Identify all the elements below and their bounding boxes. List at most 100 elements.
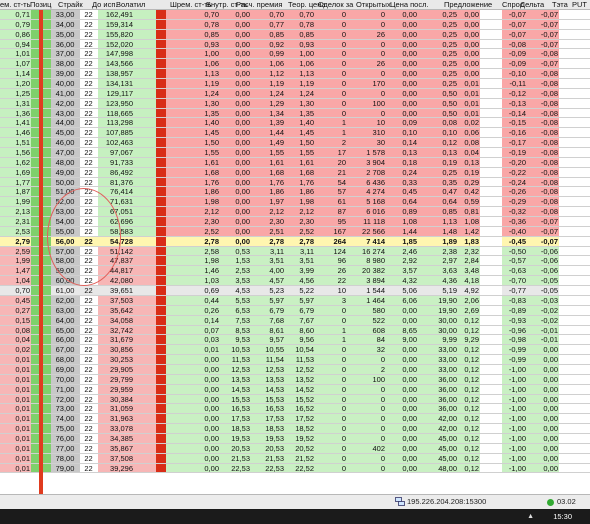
table-row[interactable]: 0,01 72,00 22 30,384 0,00 15,53 15,53 15,52 0 0 0,… <box>0 394 590 405</box>
table-row[interactable]: 1,31 42,00 22 123,950 1,30 0,00 1,29 1,30 0 100 0,… <box>0 98 590 109</box>
table-row[interactable]: 1,14 39,00 22 138,957 1,13 0,00 1,12 1,13 0 0 0,00… <box>0 69 590 80</box>
table-row[interactable]: 0,86 35,00 22 155,820 0,85 0,00 0,85 0,85 0 26 0,0… <box>0 29 590 40</box>
table-row[interactable]: 0,02 67,00 22 30,856 0,01 10,53 10,55 10,54 0 32 0… <box>0 345 590 356</box>
header-volatility[interactable]: Волатил <box>116 0 145 9</box>
table-row[interactable]: 0,01 75,00 22 33,078 0,00 18,53 18,53 18,52 0 0 0,… <box>0 424 590 434</box>
cell-theor-value: 0,01 <box>0 414 31 424</box>
cell-delta: 0,12 <box>458 394 480 404</box>
cell-last-price: 30 <box>347 138 386 148</box>
cell-days-to-exp: 22 <box>84 39 93 49</box>
cell-delta: 0,12 <box>458 374 480 384</box>
table-row[interactable]: 0,15 64,00 22 34,058 0,14 7,53 7,68 7,67 0 522 0,0… <box>0 315 590 326</box>
cell-delta: 9,29 <box>458 335 480 345</box>
cell-theor-value: 2,13 <box>0 207 31 217</box>
cell-delta: 0,00 <box>458 29 480 39</box>
cell-time-value <box>166 266 190 276</box>
table-row[interactable]: 0,70 61,00 22 39,651 0,69 4,53 5,23 5,22 10 1 544… <box>0 286 590 296</box>
table-row[interactable]: 1,69 49,00 22 86,492 1,68 0,00 1,68 1,68 21 2 708… <box>0 167 590 178</box>
table-row[interactable]: 1,41 44,00 22 113,298 1,40 0,00 1,39 1,40 1 10 0,0… <box>0 118 590 129</box>
table-row[interactable]: 0,01 76,00 22 34,385 0,00 19,53 19,53 19,52 0 0 0,… <box>0 433 590 444</box>
header-strike[interactable]: Страйк <box>58 0 83 9</box>
header-days-to-exp[interactable]: До исп. <box>92 0 118 9</box>
table-row[interactable]: 1,56 47,00 22 97,067 1,55 0,00 1,55 1,55 17 1 578… <box>0 148 590 158</box>
table-row[interactable]: 0,01 78,00 22 37,508 0,00 21,53 21,53 21,52 0 0 0,… <box>0 453 590 464</box>
cell-offer: 0,00 <box>386 59 418 69</box>
cell-offer: 0,00 <box>386 305 418 315</box>
table-row[interactable]: 0,27 63,00 22 35,642 0,26 6,53 6,79 6,79 0 580 0,0… <box>0 305 590 316</box>
cell-strike: 75,00 <box>51 424 80 433</box>
cell-intrinsic: 1,50 <box>190 138 220 148</box>
cell-intrinsic: 1,35 <box>190 108 220 118</box>
cell-open-interest: 57 <box>315 187 347 197</box>
cell-theor-value: 0,01 <box>0 433 31 443</box>
table-row[interactable]: 1,62 48,00 22 91,733 1,61 0,00 1,61 1,61 20 3 904… <box>0 157 590 168</box>
cell-open-interest: 0 <box>315 384 347 394</box>
table-row[interactable]: 1,20 40,00 22 134,131 1,19 0,00 1,19 1,19 0 170 0,… <box>0 79 590 89</box>
table-row[interactable]: 0,01 73,00 22 31,059 0,00 16,53 16,53 16,52 0 0 0,… <box>0 404 590 415</box>
cell-delta: 0,00 <box>458 19 480 29</box>
cell-calc-premium: 0,00 <box>220 128 251 138</box>
cell-last-price: 0 <box>347 39 386 49</box>
header-theor-value[interactable]: ем. ст-ть <box>0 0 31 9</box>
cell-bid: 0,25 <box>418 39 458 49</box>
header-offer[interactable]: Предложение <box>444 0 492 9</box>
header-deals[interactable]: Сделок за <box>318 0 353 9</box>
table-row[interactable]: 0,01 69,00 22 29,905 0,00 12,53 12,53 12,52 0 2 0,… <box>0 364 590 375</box>
cell-time-value <box>166 197 190 207</box>
table-row[interactable]: 0,71 33,00 22 162,491 0,70 0,00 0,70 0,70 0 0 0,00… <box>0 10 590 20</box>
table-row[interactable]: 1,46 45,00 22 107,885 1,45 0,00 1,44 1,45 1 310 0,… <box>0 128 590 139</box>
cell-open-interest: 0 <box>315 108 347 118</box>
header-calc-premium[interactable]: Расч. премия <box>236 0 282 9</box>
table-row[interactable]: 0,04 66,00 22 31,679 0,03 9,53 9,57 9,56 1 84 9,00… <box>0 335 590 346</box>
header-last-price[interactable]: Цена посл. <box>390 0 429 9</box>
tray-arrow-icon[interactable]: ▲ <box>527 513 534 521</box>
cell-days-to-exp: 22 <box>84 315 93 325</box>
cell-time-value <box>166 325 190 335</box>
table-row[interactable]: 0,94 36,00 22 152,020 0,93 0,00 0,92 0,93 0 0 0,00… <box>0 39 590 50</box>
table-row[interactable]: 0,45 62,00 22 37,503 0,44 5,53 5,97 5,97 3 1 464 6… <box>0 295 590 306</box>
cell-calc-premium: 0,00 <box>220 217 251 226</box>
table-row[interactable]: 0,01 77,00 22 35,867 0,00 20,53 20,53 20,52 0 402… <box>0 443 590 454</box>
cell-put: 0,00 <box>527 345 559 355</box>
cell-put: -0,07 <box>527 59 559 69</box>
cell-offer: 0,00 <box>386 453 418 463</box>
table-row[interactable]: 1,07 38,00 22 143,566 1,06 0,00 1,06 1,06 0 26 0,0… <box>0 59 590 70</box>
cell-volatility: 102,463 <box>98 138 134 148</box>
header-position[interactable]: Позиц <box>30 0 51 9</box>
header-theta[interactable]: Тэта <box>552 0 568 9</box>
status-bar: 195.226.204.208:15300 03.02 <box>0 494 590 509</box>
table-row[interactable]: 0,79 34,00 22 159,314 0,78 0,00 0,77 0,78 0 0 0,00… <box>0 19 590 30</box>
cell-intrinsic: 0,00 <box>190 394 220 404</box>
cell-days-to-exp: 22 <box>84 433 93 443</box>
table-row[interactable]: 0,08 65,00 22 32,742 0,07 8,53 8,61 8,60 1 608 8,6… <box>0 325 590 336</box>
header-put[interactable]: PUT <box>572 0 587 9</box>
cell-calc-premium: 0,00 <box>220 29 251 39</box>
cell-open-interest: 0 <box>315 433 347 443</box>
table-row[interactable]: 0,01 70,00 22 29,799 0,00 13,53 13,53 13,52 0 100… <box>0 374 590 385</box>
table-row[interactable]: 0,01 71,00 22 29,959 0,00 14,53 14,53 14,52 0 0 0,… <box>0 384 590 395</box>
cell-open-interest: 54 <box>315 177 347 187</box>
cell-theor-price: 2,30 <box>251 217 285 226</box>
cell-strike: 37,00 <box>51 49 80 59</box>
cell-strike: 68,00 <box>51 355 80 364</box>
header-open[interactable]: Открытых <box>356 0 391 9</box>
table-row[interactable]: 1,36 43,00 22 118,665 1,35 0,00 1,34 1,35 0 0 0,00… <box>0 108 590 119</box>
cell-theor-price: 0,85 <box>251 29 285 39</box>
network-icon <box>395 497 405 506</box>
table-row[interactable]: 1,01 37,00 22 147,998 1,00 0,00 0,99 1,00 0 0 0,00… <box>0 49 590 60</box>
table-row[interactable]: 1,77 50,00 22 81,376 1,76 0,00 1,76 1,76 54 6 436… <box>0 177 590 188</box>
cell-bid: 0,25 <box>418 167 458 177</box>
header-delta[interactable]: Дельта <box>520 0 544 9</box>
cell-intrinsic: 0,00 <box>190 355 220 364</box>
cell-open-interest: 0 <box>315 414 347 424</box>
cell-offer: 0,00 <box>386 394 418 404</box>
table-row[interactable]: 0,01 79,00 22 39,296 0,00 22,53 22,53 22,52 0 0 0,… <box>0 463 590 474</box>
cell-open-interest: 0 <box>315 394 347 404</box>
cell-last-price: 3 904 <box>347 157 386 167</box>
table-row[interactable]: 1,25 41,00 22 129,117 1,24 0,00 1,24 1,24 0 0 0,00… <box>0 88 590 99</box>
table-row[interactable]: 0,01 68,00 22 30,253 0,00 11,53 11,54 11,53 0 0 0,… <box>0 355 590 365</box>
table-row[interactable]: 0,01 74,00 22 31,963 0,00 17,53 17,53 17,52 0 0 0,… <box>0 414 590 425</box>
cell-last-price: 0 <box>347 394 386 404</box>
cell-theta: -0,24 <box>502 177 527 187</box>
table-row[interactable]: 1,51 46,00 22 102,463 1,50 0,00 1,49 1,50 2 30 0,1… <box>0 138 590 149</box>
